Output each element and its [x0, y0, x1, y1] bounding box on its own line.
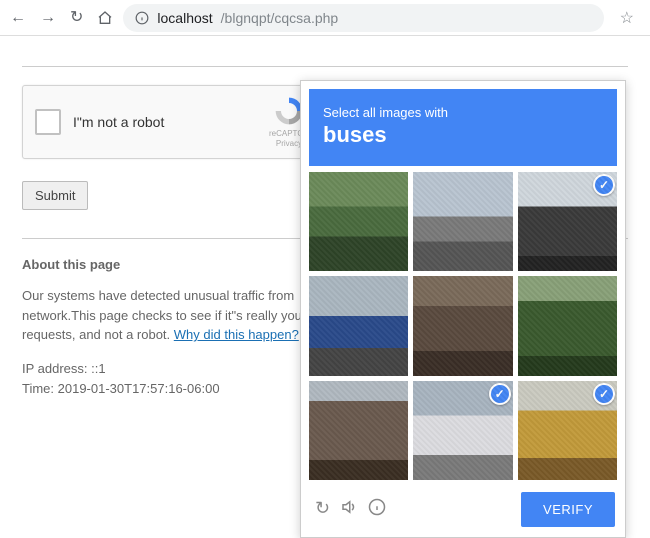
captcha-challenge: Select all images with buses ✓ ✓ ✓ ↻ VERIF…: [300, 80, 626, 538]
recaptcha-label: I"m not a robot: [73, 114, 269, 130]
url-host: localhost: [157, 10, 212, 26]
audio-icon[interactable]: [340, 498, 358, 521]
tile-6[interactable]: [518, 276, 617, 375]
info-icon[interactable]: [368, 498, 386, 521]
tile-5[interactable]: [413, 276, 512, 375]
recaptcha-privacy-text: Privacy: [276, 139, 302, 149]
tile-4[interactable]: [309, 276, 408, 375]
url-path: /blgnqpt/cqcsa.php: [221, 10, 339, 26]
submit-button[interactable]: Submit: [22, 181, 88, 210]
checkmark-icon: ✓: [593, 174, 615, 196]
checkmark-icon: ✓: [593, 383, 615, 405]
captcha-grid: ✓ ✓ ✓: [309, 172, 617, 480]
captcha-header: Select all images with buses: [309, 89, 617, 166]
divider: [22, 66, 628, 67]
site-info-icon[interactable]: [135, 11, 149, 25]
tile-9[interactable]: ✓: [518, 381, 617, 480]
refresh-icon[interactable]: ↻: [315, 498, 330, 521]
page-content: I"m not a robot reCAPTCH Privacy Submit …: [0, 36, 650, 420]
tile-2[interactable]: [413, 172, 512, 271]
browser-toolbar: ← → ↻ localhost/blgnqpt/cqcsa.php ☆: [0, 0, 650, 36]
home-icon[interactable]: [97, 10, 113, 26]
back-icon[interactable]: ←: [10, 10, 26, 26]
captcha-footer: ↻ VERIFY: [309, 490, 617, 529]
nav-controls: ← → ↻: [10, 10, 113, 26]
ip-value: ::1: [91, 361, 105, 376]
recaptcha-checkbox[interactable]: [35, 109, 61, 135]
address-bar[interactable]: localhost/blgnqpt/cqcsa.php: [123, 4, 603, 32]
tile-8[interactable]: ✓: [413, 381, 512, 480]
captcha-tools: ↻: [315, 498, 386, 521]
forward-icon[interactable]: →: [40, 10, 56, 26]
why-link[interactable]: Why did this happen?: [174, 327, 299, 342]
bookmark-icon[interactable]: ☆: [614, 8, 640, 28]
ip-label: IP address:: [22, 361, 91, 376]
tile-3[interactable]: ✓: [518, 172, 617, 271]
captcha-target: buses: [323, 122, 603, 148]
tile-1[interactable]: [309, 172, 408, 271]
time-label: Time:: [22, 381, 58, 396]
recaptcha-widget: I"m not a robot reCAPTCH Privacy: [22, 85, 322, 159]
verify-button[interactable]: VERIFY: [521, 492, 615, 527]
time-value: 2019-01-30T17:57:16-06:00: [58, 381, 220, 396]
about-body: Our systems have detected unusual traffi…: [22, 286, 302, 345]
tile-7[interactable]: [309, 381, 408, 480]
reload-icon[interactable]: ↻: [70, 10, 83, 26]
captcha-instruction: Select all images with: [323, 105, 448, 120]
checkmark-icon: ✓: [489, 383, 511, 405]
